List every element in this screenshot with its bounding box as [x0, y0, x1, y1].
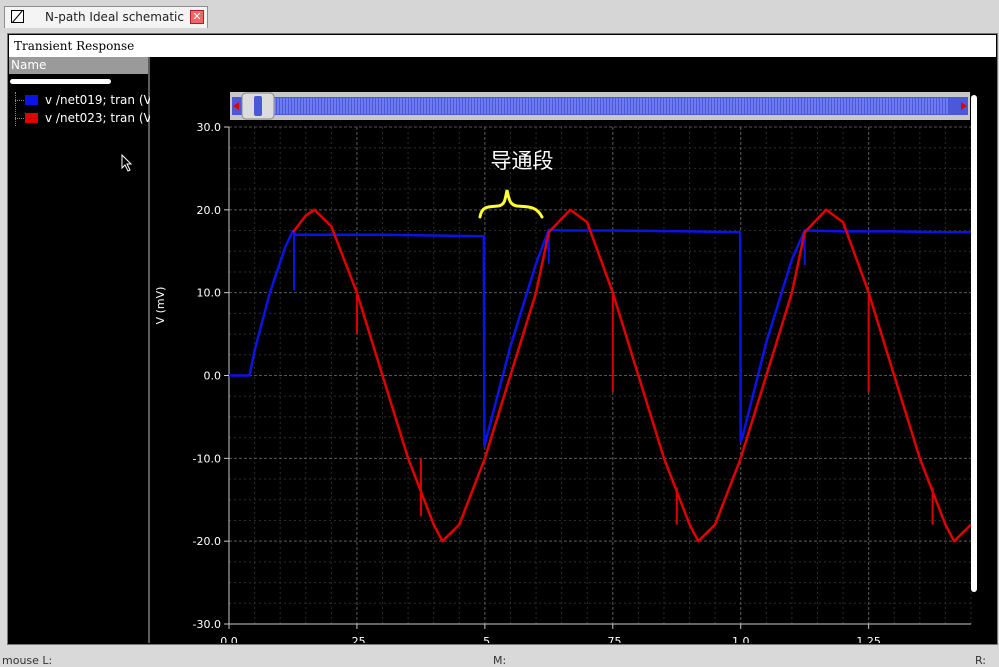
name-header-label: Name	[11, 58, 47, 72]
x-tick-label: .25	[348, 635, 366, 643]
x-tick-label: .75	[604, 635, 622, 643]
status-mouse-right: R:	[975, 654, 987, 667]
name-column-header[interactable]: Name	[9, 57, 148, 74]
tab-n-path-schematic[interactable]: N-path Ideal schematic ✕	[4, 6, 208, 28]
zoom-scroll-bar[interactable]	[230, 92, 970, 120]
waveform-plot[interactable]: 30.0 20.0 10.0 0.0 -10.0 -20.0 -30.0 0.0 .25 .5 .7…	[150, 57, 996, 643]
mouse-pointer-icon	[121, 154, 133, 172]
signal-color-swatch	[25, 95, 38, 105]
x-tick-label: 0.0	[220, 635, 238, 643]
x-tick-label: 1.25	[856, 635, 881, 643]
y-tick-label: 0.0	[204, 370, 222, 383]
signal-label: v /net019; tran (V)	[45, 93, 157, 107]
y-axis-label: V (mV)	[154, 287, 167, 325]
y-tick-label: 30.0	[197, 121, 222, 134]
x-tick-label: 1.0	[732, 635, 750, 643]
zoom-bar-handle-grip	[254, 96, 262, 116]
y-tick-label: -10.0	[193, 452, 221, 465]
status-mouse-middle: M:	[493, 654, 507, 667]
panel-scrollbar[interactable]	[10, 79, 111, 84]
y-tick-label: -20.0	[193, 535, 221, 548]
close-icon[interactable]: ✕	[190, 10, 204, 24]
vertical-scrollbar[interactable]	[971, 95, 977, 592]
tree-connector	[15, 92, 16, 126]
window-title: Transient Response	[14, 39, 135, 53]
tab-title: N-path Ideal schematic	[45, 10, 184, 24]
status-mouse-left: mouse L:	[2, 654, 53, 667]
zoom-bar-fill	[232, 97, 968, 115]
x-tick-label: .5	[480, 635, 491, 643]
y-tick-label: 20.0	[197, 204, 222, 217]
schematic-icon	[11, 10, 24, 23]
tree-branch	[15, 118, 24, 119]
signal-panel: Name v /net019; tran (V) v /net023; tran…	[9, 57, 156, 643]
tree-branch	[15, 100, 24, 101]
status-bar: mouse L: M: R:	[0, 645, 999, 667]
signal-label: v /net023; tran (V)	[45, 111, 157, 125]
y-tick-label: -30.0	[193, 618, 221, 631]
tab-bar: N-path Ideal schematic ✕	[0, 0, 999, 33]
waveform-window: Transient Response Name v /net019; tran …	[7, 33, 998, 645]
window-title-bar: Transient Response	[9, 35, 996, 57]
y-tick-label: 10.0	[197, 287, 222, 300]
annotation-label: 导通段	[491, 149, 554, 173]
signal-color-swatch	[25, 113, 38, 123]
